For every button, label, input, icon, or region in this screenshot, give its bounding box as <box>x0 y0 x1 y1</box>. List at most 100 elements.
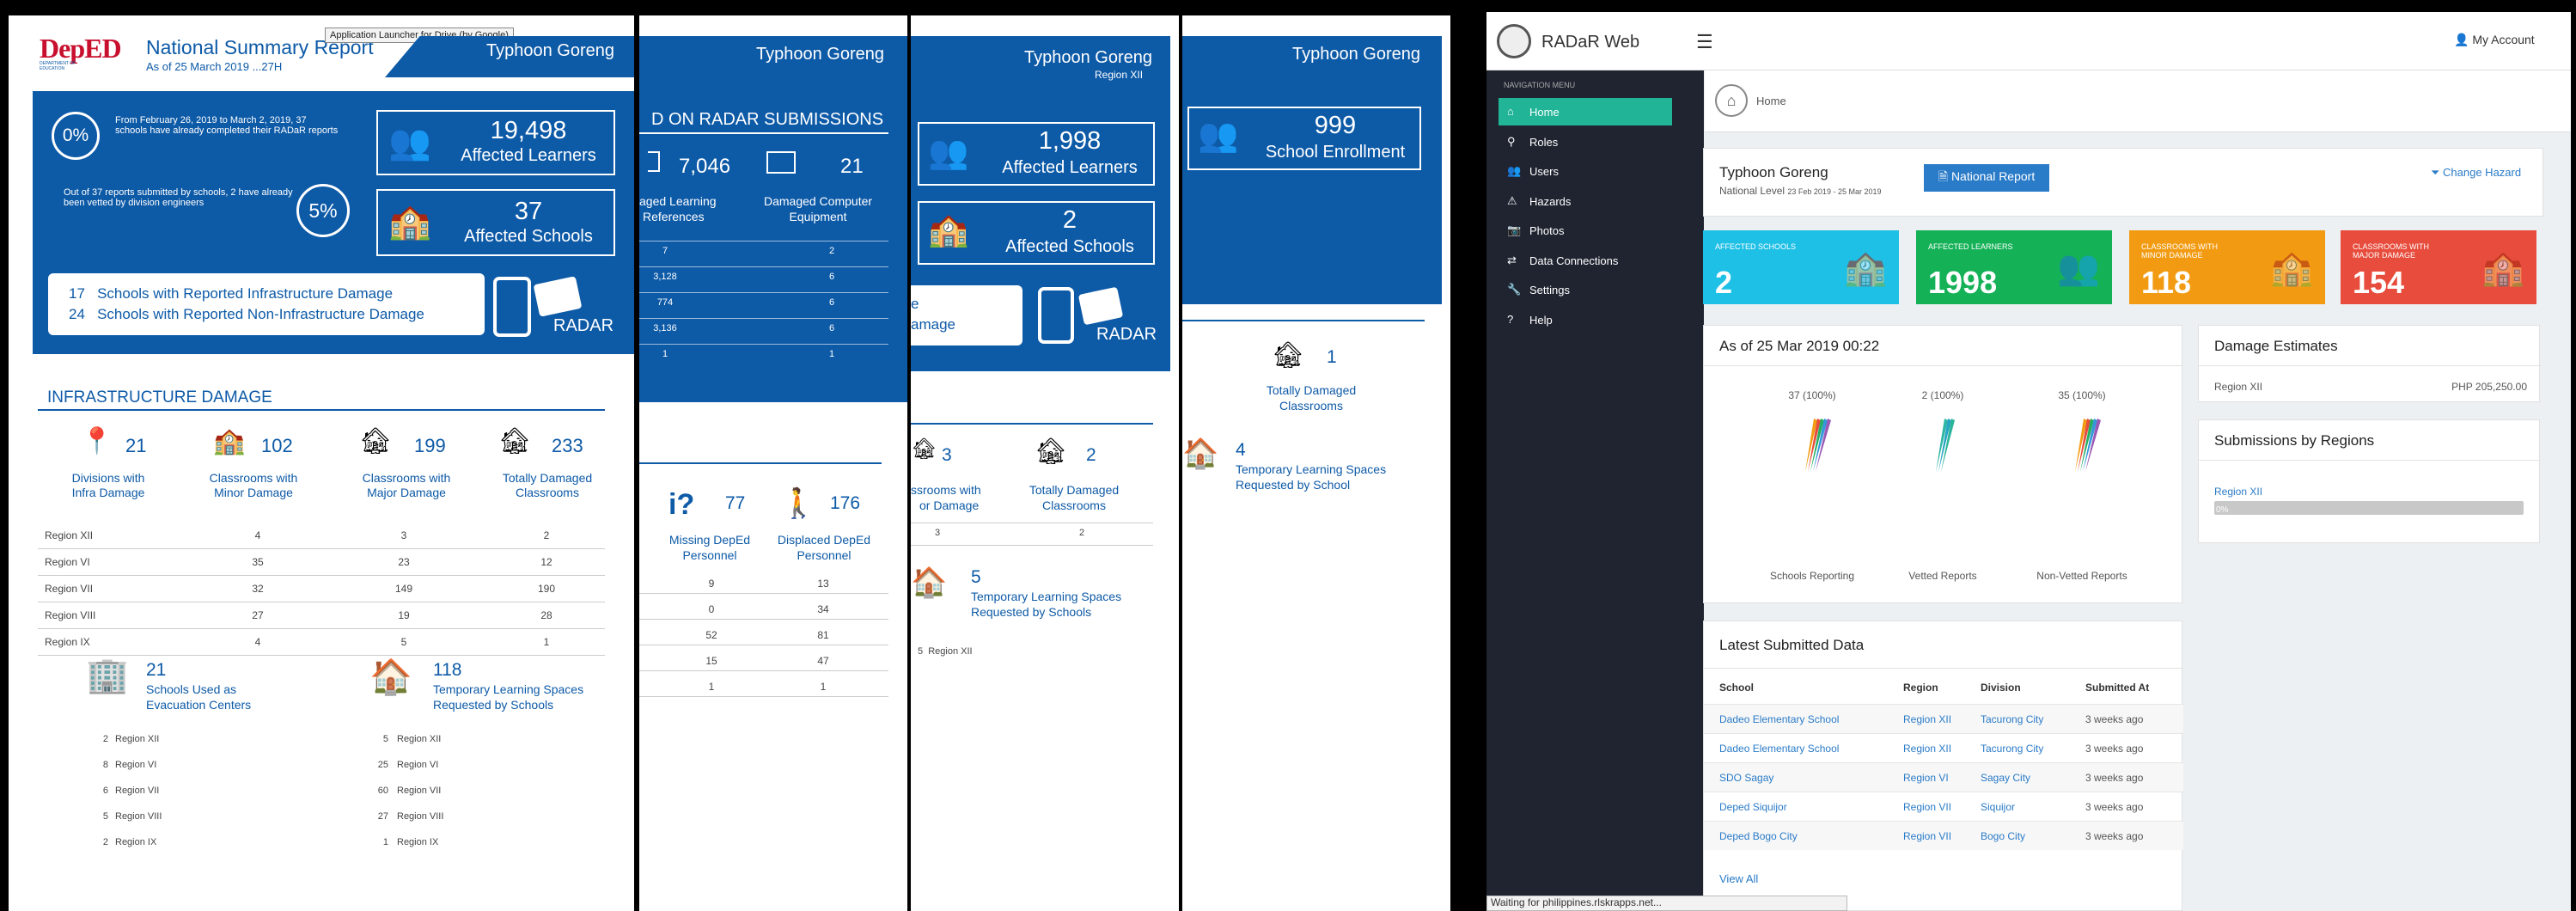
tls-icon: 🏠 <box>1182 437 1219 470</box>
row-line <box>639 593 888 594</box>
table-cell[interactable]: Bogo City <box>1981 830 2025 842</box>
table-cell[interactable]: Region VII <box>1903 830 1951 842</box>
table-row-region: Region IX <box>45 636 90 648</box>
hazard-name: Typhoon Goreng <box>1292 45 1420 64</box>
damage-value: PHP 205,250.00 <box>2451 381 2527 393</box>
account-link[interactable]: 👤 My Account <box>2454 33 2535 47</box>
evac-icon: 🏢 <box>86 657 129 694</box>
tile-value: 1998 <box>1928 265 1998 300</box>
submissions-progress: 0% <box>2214 501 2524 515</box>
table-cell: 81 <box>817 629 829 641</box>
sidebar-item-label: Hazards <box>1529 194 1572 208</box>
people-icon: 👥 <box>928 135 969 171</box>
home-icon[interactable]: ⌂ <box>1715 84 1748 117</box>
stat-tile[interactable]: CLASSROOMS WITH MINOR DAMAGE 118 🏫 <box>2129 230 2325 304</box>
tile-value: 118 <box>2141 265 2192 300</box>
collapsed-school-icon: 🏚 <box>1272 341 1305 370</box>
brand[interactable]: RADaR Web <box>1541 33 1639 52</box>
table-cell[interactable]: Deped Bogo City <box>1719 830 1798 842</box>
table-cell: 3 weeks ago <box>2085 743 2144 755</box>
divider <box>2199 460 2541 461</box>
people-icon: 👥 <box>388 124 431 162</box>
sidebar-item-settings[interactable]: 🔧 Settings <box>1499 276 1672 303</box>
divider <box>639 132 888 134</box>
collapsed-school-icon: 🏚 <box>1035 437 1068 466</box>
infra-damage-line: 17 Schools with Reported Infrastructure … <box>69 285 394 302</box>
summary-report-panel: DepED DEPARTMENT OF EDUCATION National S… <box>9 15 634 911</box>
row-line <box>639 670 888 671</box>
pct0-text: From February 26, 2019 to March 2, 2019,… <box>115 115 339 136</box>
nav-item-icon: 📷 <box>1507 223 1522 236</box>
table-cell[interactable]: Tacurong City <box>1981 743 2043 755</box>
table-cell: 6 <box>828 323 835 333</box>
column-header: Submitted At <box>2085 682 2150 694</box>
table-cell[interactable]: Region XII <box>1903 743 1951 755</box>
stat-tile[interactable]: AFFECTED SCHOOLS 2 🏫 <box>1703 230 1899 304</box>
change-hazard-link[interactable]: ⏷ Change Hazard <box>2431 166 2521 180</box>
submissions-region-link[interactable]: Region XII <box>2214 486 2262 498</box>
table-row[interactable]: Deped Siquijor Region VII Siquijor 3 weeks … <box>1704 792 2183 821</box>
table-cell: 23 <box>398 556 410 568</box>
table-cell: 13 <box>817 578 829 590</box>
table-row[interactable]: Dadeo Elementary School Region XII Tacuron… <box>1704 733 2183 762</box>
row-line <box>639 696 888 697</box>
stat-tile[interactable]: AFFECTED LEARNERS 1998 👥 <box>1916 230 2112 304</box>
damage-region: Region XII <box>2214 381 2263 393</box>
row-line <box>639 241 888 242</box>
phone-icon <box>493 277 531 337</box>
list-item-count: 6 <box>102 786 108 796</box>
row-line <box>38 575 605 576</box>
table-cell[interactable]: Tacurong City <box>1981 713 2043 725</box>
table-cell[interactable]: SDO Sagay <box>1719 772 1773 784</box>
menu-toggle-icon[interactable]: ☰ <box>1696 31 1713 53</box>
breadcrumb-home[interactable]: Home <box>1756 95 1786 107</box>
table-cell[interactable]: Siquijor <box>1981 801 2015 813</box>
table-cell: 9 <box>708 578 715 590</box>
sidebar-item-roles[interactable]: ⚲ Roles <box>1499 128 1672 156</box>
sidebar-item-users[interactable]: 👥 Users <box>1499 157 1672 185</box>
sidebar-item-label: Help <box>1529 313 1553 327</box>
tls-icon: 🏠 <box>369 658 412 696</box>
nav-item-icon: ⚠ <box>1507 193 1517 207</box>
sidebar-item-help[interactable]: ? Help <box>1499 306 1672 333</box>
divider <box>911 423 1153 425</box>
list-item-region: Region VII <box>115 786 160 796</box>
table-cell: 32 <box>252 583 264 595</box>
list-item-count: 2 <box>102 734 108 744</box>
damage-summary-card <box>48 273 485 335</box>
damage-title: Damage Estimates <box>2214 338 2338 354</box>
sidebar-item-data-connections[interactable]: ⇄ Data Connections <box>1499 247 1672 274</box>
national-report-button[interactable]: 🗎 National Report <box>1924 164 2049 192</box>
sidebar-item-photos[interactable]: 📷 Photos <box>1499 217 1672 244</box>
sidebar-item-label: Photos <box>1529 224 1565 237</box>
gauge-label: Vetted Reports <box>1908 570 1977 582</box>
school-icon: 🏫 <box>1844 249 1887 287</box>
table-cell[interactable]: Deped Siquijor <box>1719 801 1787 813</box>
view-all-link[interactable]: View All <box>1719 872 1758 885</box>
list-item-count: 8 <box>102 760 108 770</box>
table-row-region: Region VII <box>45 583 94 595</box>
stat-tile[interactable]: CLASSROOMS WITH MAJOR DAMAGE 154 🏫 <box>2341 230 2536 304</box>
divider <box>1704 668 2183 669</box>
table-cell: 47 <box>817 655 829 667</box>
table-cell[interactable]: Region XII <box>1903 713 1951 725</box>
table-row[interactable]: SDO Sagay Region VI Sagay City 3 weeks ago <box>1704 762 2183 792</box>
table-cell: 5 <box>400 636 407 648</box>
sidebar-item-home[interactable]: ⌂ Home <box>1499 98 1672 125</box>
table-cell[interactable]: Region VII <box>1903 801 1951 813</box>
affected-schools-box: 🏫 37 Affected Schools <box>376 189 615 256</box>
table-cell[interactable]: Region VI <box>1903 772 1949 784</box>
table-cell[interactable]: Dadeo Elementary School <box>1719 743 1839 755</box>
table-cell[interactable]: Sagay City <box>1981 772 2030 784</box>
nav-item-icon: ⚲ <box>1507 134 1516 148</box>
table-row-region: Region VIII <box>45 609 96 621</box>
pct5-circle: 5% <box>296 184 350 237</box>
table-cell[interactable]: Dadeo Elementary School <box>1719 713 1839 725</box>
table-row[interactable]: Deped Bogo City Region VII Bogo City 3 week… <box>1704 821 2183 850</box>
deped-seal-icon <box>1497 24 1531 58</box>
table-cell: 19 <box>398 609 410 621</box>
table-row[interactable]: Dadeo Elementary School Region XII Tacuron… <box>1704 704 2183 733</box>
sidebar-item-hazards[interactable]: ⚠ Hazards <box>1499 187 1672 215</box>
school-panel: Typhoon Goreng 👥 999 School Enrollment 🏚… <box>1182 15 1450 911</box>
radar-wordmark: RADAR <box>553 316 614 335</box>
